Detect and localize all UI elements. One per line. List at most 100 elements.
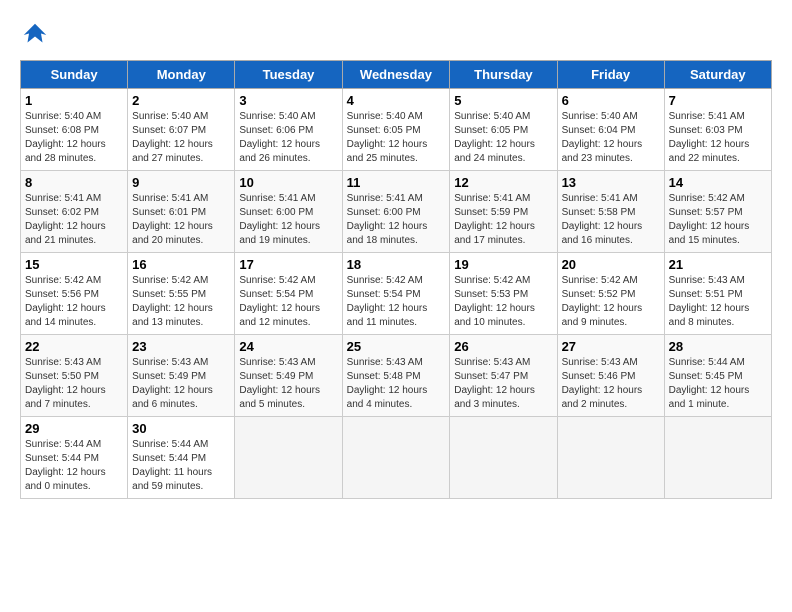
day-info: Sunrise: 5:42 AM Sunset: 5:54 PM Dayligh… <box>239 274 337 330</box>
weekday-header-tuesday: Tuesday <box>235 61 342 89</box>
calendar-cell: 26 Sunrise: 5:43 AM Sunset: 5:47 PM Dayli… <box>450 335 557 417</box>
calendar-cell: 22 Sunrise: 5:43 AM Sunset: 5:50 PM Dayli… <box>21 335 128 417</box>
day-info: Sunrise: 5:40 AM Sunset: 6:05 PM Dayligh… <box>347 110 446 166</box>
day-number: 8 <box>25 175 123 190</box>
day-info: Sunrise: 5:43 AM Sunset: 5:46 PM Dayligh… <box>562 356 660 412</box>
calendar-cell: 11Sunrise: 5:41 AM Sunset: 6:00 PM Dayli… <box>342 171 450 253</box>
day-number: 22 <box>25 339 123 354</box>
calendar-week-5: 29Sunrise: 5:44 AM Sunset: 5:44 PM Dayli… <box>21 417 772 499</box>
weekday-header-row: SundayMondayTuesdayWednesdayThursdayFrid… <box>21 61 772 89</box>
calendar-cell: 13 Sunrise: 5:41 AM Sunset: 5:58 PM Dayli… <box>557 171 664 253</box>
weekday-header-sunday: Sunday <box>21 61 128 89</box>
day-info: Sunrise: 5:40 AM Sunset: 6:05 PM Dayligh… <box>454 110 552 166</box>
day-info: Sunrise: 5:41 AM Sunset: 5:58 PM Dayligh… <box>562 192 660 248</box>
day-number: 13 <box>562 175 660 190</box>
day-number: 10 <box>239 175 337 190</box>
calendar-cell <box>664 417 771 499</box>
weekday-header-saturday: Saturday <box>664 61 771 89</box>
day-info: Sunrise: 5:43 AM Sunset: 5:49 PM Dayligh… <box>239 356 337 412</box>
calendar-cell: 25Sunrise: 5:43 AM Sunset: 5:48 PM Dayli… <box>342 335 450 417</box>
calendar-cell: 12 Sunrise: 5:41 AM Sunset: 5:59 PM Dayli… <box>450 171 557 253</box>
calendar-cell <box>450 417 557 499</box>
weekday-header-wednesday: Wednesday <box>342 61 450 89</box>
page-header <box>20 20 772 50</box>
calendar-cell <box>235 417 342 499</box>
day-info: Sunrise: 5:40 AM Sunset: 6:06 PM Dayligh… <box>239 110 337 166</box>
calendar-cell: 20 Sunrise: 5:42 AM Sunset: 5:52 PM Dayli… <box>557 253 664 335</box>
day-info: Sunrise: 5:40 AM Sunset: 6:04 PM Dayligh… <box>562 110 660 166</box>
day-info: Sunrise: 5:41 AM Sunset: 5:59 PM Dayligh… <box>454 192 552 248</box>
day-info: Sunrise: 5:43 AM Sunset: 5:49 PM Dayligh… <box>132 356 230 412</box>
day-number: 23 <box>132 339 230 354</box>
day-info: Sunrise: 5:44 AM Sunset: 5:44 PM Dayligh… <box>25 438 123 494</box>
day-number: 6 <box>562 93 660 108</box>
day-number: 27 <box>562 339 660 354</box>
day-number: 15 <box>25 257 123 272</box>
day-number: 17 <box>239 257 337 272</box>
calendar-cell: 7Sunrise: 5:41 AM Sunset: 6:03 PM Daylig… <box>664 89 771 171</box>
calendar-cell: 16Sunrise: 5:42 AM Sunset: 5:55 PM Dayli… <box>128 253 235 335</box>
day-info: Sunrise: 5:42 AM Sunset: 5:55 PM Dayligh… <box>132 274 230 330</box>
day-number: 12 <box>454 175 552 190</box>
day-info: Sunrise: 5:40 AM Sunset: 6:08 PM Dayligh… <box>25 110 123 166</box>
calendar-cell: 21Sunrise: 5:43 AM Sunset: 5:51 PM Dayli… <box>664 253 771 335</box>
calendar-cell: 18 Sunrise: 5:42 AM Sunset: 5:54 PM Dayli… <box>342 253 450 335</box>
day-number: 9 <box>132 175 230 190</box>
day-info: Sunrise: 5:44 AM Sunset: 5:45 PM Dayligh… <box>669 356 767 412</box>
calendar-cell: 4 Sunrise: 5:40 AM Sunset: 6:05 PM Daylig… <box>342 89 450 171</box>
calendar-cell: 6 Sunrise: 5:40 AM Sunset: 6:04 PM Daylig… <box>557 89 664 171</box>
day-info: Sunrise: 5:42 AM Sunset: 5:53 PM Dayligh… <box>454 274 552 330</box>
calendar-cell: 29Sunrise: 5:44 AM Sunset: 5:44 PM Dayli… <box>21 417 128 499</box>
day-info: Sunrise: 5:43 AM Sunset: 5:50 PM Dayligh… <box>25 356 123 412</box>
calendar-cell: 17 Sunrise: 5:42 AM Sunset: 5:54 PM Dayli… <box>235 253 342 335</box>
day-info: Sunrise: 5:41 AM Sunset: 6:02 PM Dayligh… <box>25 192 123 248</box>
day-number: 1 <box>25 93 123 108</box>
day-info: Sunrise: 5:42 AM Sunset: 5:54 PM Dayligh… <box>347 274 446 330</box>
calendar-week-2: 8 Sunrise: 5:41 AM Sunset: 6:02 PM Daylig… <box>21 171 772 253</box>
weekday-header-monday: Monday <box>128 61 235 89</box>
day-number: 2 <box>132 93 230 108</box>
calendar-cell: 2 Sunrise: 5:40 AM Sunset: 6:07 PM Daylig… <box>128 89 235 171</box>
calendar-cell: 3 Sunrise: 5:40 AM Sunset: 6:06 PM Daylig… <box>235 89 342 171</box>
calendar-cell: 15 Sunrise: 5:42 AM Sunset: 5:56 PM Dayli… <box>21 253 128 335</box>
day-number: 26 <box>454 339 552 354</box>
calendar-cell: 1 Sunrise: 5:40 AM Sunset: 6:08 PM Daylig… <box>21 89 128 171</box>
calendar-cell: 5 Sunrise: 5:40 AM Sunset: 6:05 PM Daylig… <box>450 89 557 171</box>
day-number: 30 <box>132 421 230 436</box>
calendar-week-1: 1 Sunrise: 5:40 AM Sunset: 6:08 PM Daylig… <box>21 89 772 171</box>
calendar-cell: 9 Sunrise: 5:41 AM Sunset: 6:01 PM Daylig… <box>128 171 235 253</box>
calendar-cell <box>342 417 450 499</box>
weekday-header-friday: Friday <box>557 61 664 89</box>
day-number: 5 <box>454 93 552 108</box>
calendar-table: SundayMondayTuesdayWednesdayThursdayFrid… <box>20 60 772 499</box>
day-info: Sunrise: 5:41 AM Sunset: 6:01 PM Dayligh… <box>132 192 230 248</box>
day-info: Sunrise: 5:42 AM Sunset: 5:52 PM Dayligh… <box>562 274 660 330</box>
calendar-cell: 8 Sunrise: 5:41 AM Sunset: 6:02 PM Daylig… <box>21 171 128 253</box>
day-info: Sunrise: 5:43 AM Sunset: 5:47 PM Dayligh… <box>454 356 552 412</box>
day-info: Sunrise: 5:40 AM Sunset: 6:07 PM Dayligh… <box>132 110 230 166</box>
day-number: 14 <box>669 175 767 190</box>
weekday-header-thursday: Thursday <box>450 61 557 89</box>
calendar-cell: 19 Sunrise: 5:42 AM Sunset: 5:53 PM Dayli… <box>450 253 557 335</box>
day-number: 19 <box>454 257 552 272</box>
day-info: Sunrise: 5:44 AM Sunset: 5:44 PM Dayligh… <box>132 438 230 494</box>
calendar-cell: 28 Sunrise: 5:44 AM Sunset: 5:45 PM Dayli… <box>664 335 771 417</box>
logo-icon <box>20 20 50 50</box>
calendar-cell: 24Sunrise: 5:43 AM Sunset: 5:49 PM Dayli… <box>235 335 342 417</box>
day-number: 3 <box>239 93 337 108</box>
day-number: 18 <box>347 257 446 272</box>
day-number: 25 <box>347 339 446 354</box>
day-number: 7 <box>669 93 767 108</box>
calendar-cell: 23 Sunrise: 5:43 AM Sunset: 5:49 PM Dayli… <box>128 335 235 417</box>
calendar-cell: 27 Sunrise: 5:43 AM Sunset: 5:46 PM Dayli… <box>557 335 664 417</box>
day-number: 21 <box>669 257 767 272</box>
day-info: Sunrise: 5:41 AM Sunset: 6:00 PM Dayligh… <box>347 192 446 248</box>
calendar-week-3: 15 Sunrise: 5:42 AM Sunset: 5:56 PM Dayli… <box>21 253 772 335</box>
calendar-cell: 30 Sunrise: 5:44 AM Sunset: 5:44 PM Dayli… <box>128 417 235 499</box>
day-number: 20 <box>562 257 660 272</box>
day-number: 28 <box>669 339 767 354</box>
day-info: Sunrise: 5:41 AM Sunset: 6:00 PM Dayligh… <box>239 192 337 248</box>
day-info: Sunrise: 5:42 AM Sunset: 5:56 PM Dayligh… <box>25 274 123 330</box>
calendar-cell: 14Sunrise: 5:42 AM Sunset: 5:57 PM Dayli… <box>664 171 771 253</box>
day-number: 4 <box>347 93 446 108</box>
